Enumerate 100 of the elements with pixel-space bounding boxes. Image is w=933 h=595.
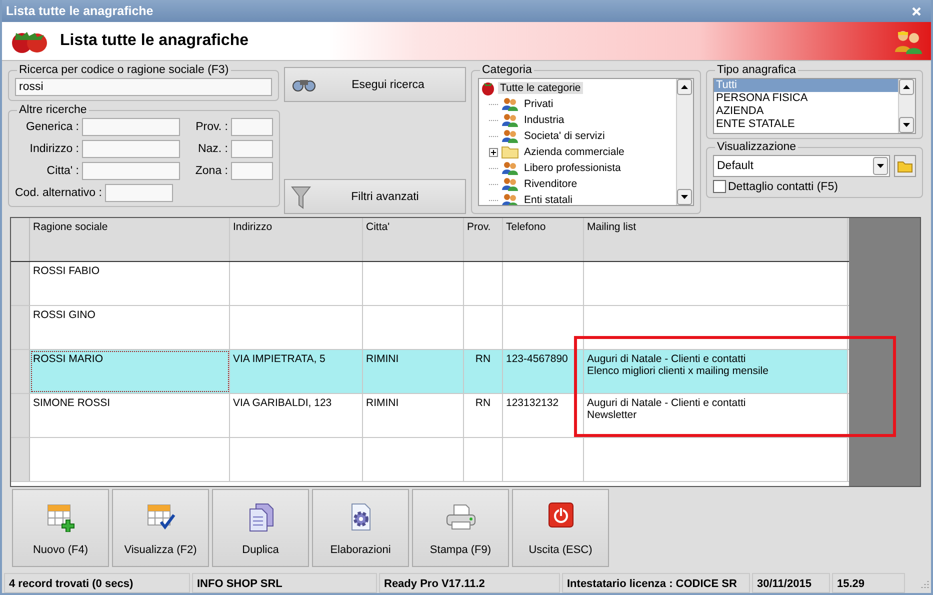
- field-label: Cod. alternativo :: [15, 187, 102, 199]
- dropdown-icon: [873, 157, 888, 175]
- people-icon: [501, 193, 519, 205]
- mailing-list-entry: Auguri di Natale - Clienti e contatti: [587, 397, 747, 409]
- printer-icon: [444, 502, 476, 532]
- action-button[interactable]: Visualizza (F2): [112, 489, 209, 567]
- page-title: Lista tutte le anagrafiche: [60, 32, 250, 50]
- folder-icon: [897, 159, 913, 173]
- search-button[interactable]: Esegui ricerca: [284, 67, 466, 102]
- tree-item[interactable]: Libero professionista: [522, 162, 623, 174]
- window-title: Lista tutte le anagrafiche: [6, 4, 154, 18]
- view-dropdown[interactable]: Default: [713, 155, 890, 177]
- status-text: 15.29: [832, 573, 905, 593]
- tree-item[interactable]: Tutte le categorie: [498, 82, 583, 94]
- search-field[interactable]: rossi: [15, 78, 272, 96]
- tree-item[interactable]: Societa' di servizi: [522, 130, 607, 142]
- funnel-icon: [291, 184, 311, 208]
- table-row[interactable]: ROSSI MARIO VIA IMPIETRATA, 5 RIMINI RN 123-4567890 Auguri di Natale - Clienti e contatti Elenco migliori clienti x mailing mensile: [11, 350, 849, 394]
- table-cell: RIMINI: [366, 353, 399, 365]
- action-button[interactable]: Uscita (ESC): [512, 489, 609, 567]
- scroll-down-icon[interactable]: [677, 189, 692, 205]
- list-item[interactable]: AZIENDA: [714, 105, 898, 118]
- row-header[interactable]: [11, 438, 30, 481]
- field-label: Citta' :: [46, 165, 79, 177]
- power-icon: [548, 502, 574, 528]
- table-row[interactable]: [11, 438, 849, 482]
- input-field[interactable]: [104, 184, 173, 202]
- advanced-filters-button[interactable]: Filtri avanzati: [284, 179, 466, 214]
- row-header[interactable]: [11, 350, 30, 393]
- close-icon[interactable]: [912, 6, 921, 16]
- status-text: 30/11/2015: [752, 573, 830, 593]
- table-cell: 123132132: [506, 397, 559, 409]
- input-field[interactable]: [82, 162, 180, 180]
- table-row[interactable]: ROSSI FABIO: [11, 262, 849, 306]
- column-header[interactable]: Ragione sociale: [30, 218, 230, 261]
- people-icon: [501, 161, 519, 175]
- checkbox-label: Dettaglio contatti (F5): [728, 180, 838, 192]
- input-field[interactable]: [82, 118, 180, 136]
- input-field[interactable]: [231, 118, 273, 136]
- table-cell: RN: [475, 353, 491, 365]
- strawberry-icon: [481, 80, 495, 96]
- mailing-list-entry: Elenco migliori clienti x mailing mensile: [587, 365, 770, 377]
- input-field[interactable]: [82, 140, 180, 158]
- table-cell: ROSSI GINO: [33, 309, 96, 321]
- list-item[interactable]: PERSONA FISICA: [714, 92, 898, 105]
- input-field[interactable]: [231, 162, 273, 180]
- people-icon: [501, 97, 519, 111]
- tree-item[interactable]: Privati: [522, 98, 556, 110]
- list-item[interactable]: ENTE STATALE: [714, 118, 898, 131]
- input-field[interactable]: [231, 140, 273, 158]
- group-label: Categoria: [481, 64, 533, 76]
- group-label: Tipo anagrafica: [716, 64, 797, 76]
- status-text: 4 record trovati (0 secs): [4, 573, 190, 593]
- people-icon: [501, 177, 519, 191]
- binoculars-icon: [291, 78, 317, 92]
- column-header[interactable]: Telefono: [503, 218, 584, 261]
- group-label: Visualizzazione: [716, 141, 798, 153]
- action-button[interactable]: Elaborazioni: [312, 489, 409, 567]
- table-cell: VIA GARIBALDI, 123: [233, 397, 332, 409]
- tree-item[interactable]: Industria: [522, 114, 566, 126]
- expand-icon[interactable]: [489, 148, 498, 156]
- people-icon: [501, 113, 519, 127]
- folder-icon: [501, 145, 519, 159]
- folder-button[interactable]: [894, 155, 916, 177]
- table-cell: VIA IMPIETRATA, 5: [233, 353, 326, 365]
- table-cell: ROSSI MARIO: [33, 353, 104, 365]
- column-header[interactable]: Indirizzo: [230, 218, 363, 261]
- group-label: Ricerca per codice o ragione sociale (F3): [18, 64, 230, 76]
- table-cell: 123-4567890: [506, 353, 568, 365]
- scroll-down-icon[interactable]: [899, 117, 914, 133]
- scrollbar[interactable]: [676, 79, 693, 205]
- action-button[interactable]: Stampa (F9): [412, 489, 509, 567]
- column-header[interactable]: Prov.: [464, 218, 503, 261]
- mailing-list-entry: Newsletter: [587, 409, 638, 421]
- table-add-icon: [46, 502, 76, 532]
- column-header[interactable]: Citta': [363, 218, 464, 261]
- status-text: Intestatario licenza : CODICE SR: [562, 573, 750, 593]
- field-label: Zona :: [194, 165, 228, 177]
- scroll-up-icon[interactable]: [677, 79, 692, 95]
- action-button[interactable]: Duplica: [212, 489, 309, 567]
- table-check-icon: [146, 502, 176, 532]
- action-button[interactable]: Nuovo (F4): [12, 489, 109, 567]
- row-header[interactable]: [11, 394, 30, 437]
- column-header[interactable]: Mailing list: [584, 218, 848, 261]
- people-icon: [893, 28, 923, 54]
- tree-item[interactable]: Azienda commerciale: [522, 146, 626, 158]
- status-text: INFO SHOP SRL: [192, 573, 377, 593]
- table-row[interactable]: SIMONE ROSSI VIA GARIBALDI, 123 RIMINI RN 123132132 Auguri di Natale - Clienti e contatti Newsletter: [11, 394, 849, 438]
- scrollbar[interactable]: [898, 79, 915, 133]
- scroll-up-icon[interactable]: [899, 79, 914, 95]
- table-cell: RIMINI: [366, 397, 399, 409]
- row-header[interactable]: [11, 306, 30, 349]
- checkbox[interactable]: [713, 180, 726, 193]
- resize-grip-icon[interactable]: [919, 578, 929, 588]
- field-label: Indirizzo :: [28, 143, 79, 155]
- field-label: Generica :: [24, 121, 79, 133]
- row-header[interactable]: [11, 262, 30, 305]
- tree-item[interactable]: Enti statali: [522, 194, 574, 205]
- table-cell: ROSSI FABIO: [33, 265, 100, 277]
- tree-item[interactable]: Rivenditore: [522, 178, 580, 190]
